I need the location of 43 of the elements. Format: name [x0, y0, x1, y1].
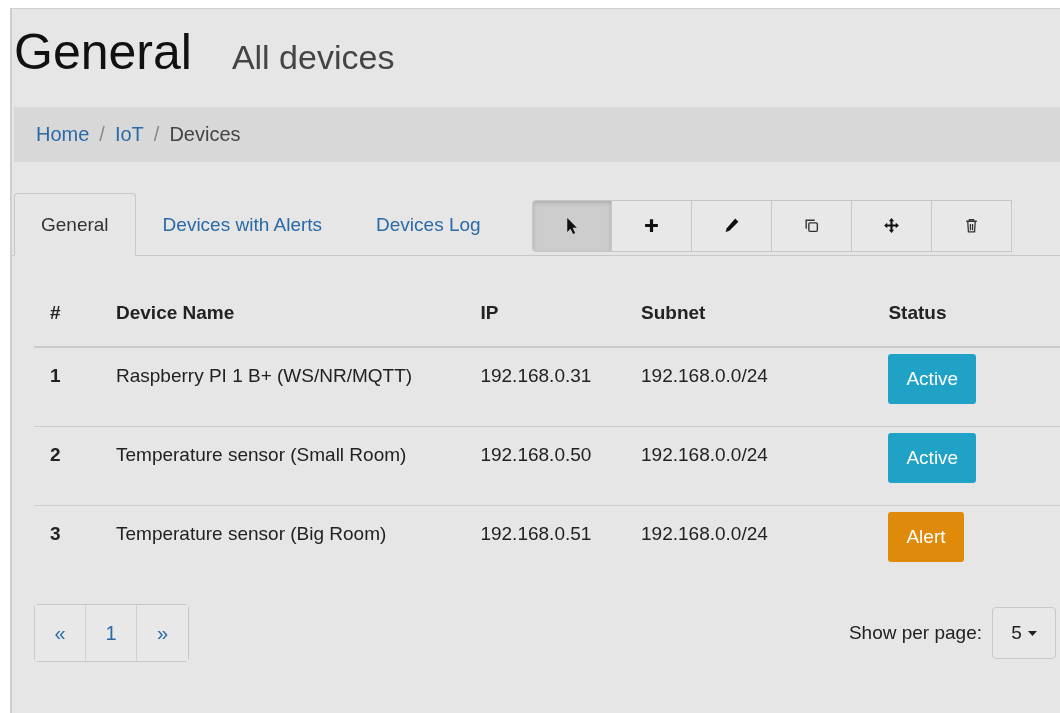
- table-cell: 192.168.0.31: [464, 347, 625, 426]
- column-header: IP: [464, 280, 625, 347]
- column-header: Subnet: [625, 280, 873, 347]
- trash-tool-button[interactable]: [931, 199, 1012, 252]
- table-cell: Raspberry PI 1 B+ (WS/NR/MQTT): [100, 347, 465, 426]
- tab[interactable]: General: [14, 193, 136, 256]
- table-cell: 192.168.0.0/24: [625, 505, 873, 584]
- move-tool-button[interactable]: [851, 199, 932, 252]
- breadcrumb-current: Devices: [169, 123, 241, 146]
- tab[interactable]: Devices Log: [349, 193, 508, 256]
- table-cell: 1: [34, 347, 100, 426]
- column-header: #: [34, 280, 100, 347]
- table-cell: Temperature sensor (Big Room): [100, 505, 465, 584]
- per-page-dropdown[interactable]: 5: [992, 607, 1056, 659]
- pencil-tool-button[interactable]: [691, 199, 772, 252]
- table-cell: 192.168.0.0/24: [625, 426, 873, 505]
- copy-icon: [802, 217, 820, 234]
- caret-icon: [1027, 630, 1037, 636]
- table-cell: 3: [34, 505, 100, 584]
- table-cell: 192.168.0.0/24: [625, 347, 873, 426]
- table-cell: 192.168.0.51: [464, 505, 625, 584]
- column-header: Status: [872, 280, 1060, 347]
- plus-tool-button[interactable]: [611, 199, 692, 252]
- page-subtitle: All devices: [231, 38, 395, 77]
- breadcrumb-link[interactable]: Home: [36, 123, 90, 146]
- per-page-label: Show per page:: [848, 622, 982, 644]
- table-cell: 192.168.0.50: [464, 426, 625, 505]
- column-header: Device Name: [100, 280, 465, 347]
- status-badge: Active: [888, 354, 977, 404]
- breadcrumb-separator: /: [153, 123, 160, 146]
- move-icon: [882, 217, 900, 234]
- pointer-tool-button[interactable]: [531, 199, 612, 252]
- status-badge: Alert: [888, 511, 964, 562]
- page-title: General: [14, 23, 192, 81]
- page-link[interactable]: «: [35, 605, 86, 661]
- tab[interactable]: Devices with Alerts: [135, 193, 350, 256]
- breadcrumb-link[interactable]: IoT: [114, 123, 144, 146]
- status-badge: Active: [888, 432, 977, 483]
- table-cell: 2: [34, 426, 100, 505]
- copy-tool-button[interactable]: [771, 199, 852, 252]
- breadcrumb-separator: /: [99, 123, 105, 146]
- plus-icon: [642, 217, 660, 234]
- table-cell: Temperature sensor (Small Room): [100, 426, 465, 505]
